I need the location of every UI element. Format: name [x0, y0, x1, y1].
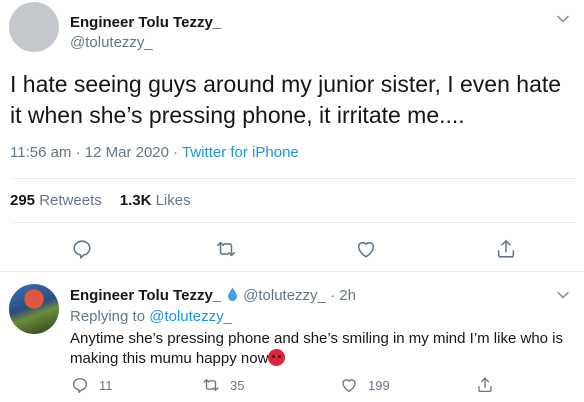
- like-button[interactable]: 199: [340, 376, 390, 394]
- source-link[interactable]: Twitter for iPhone: [182, 144, 299, 161]
- reply-header: Engineer Tolu Tezzy_ @tolutezzy_ · 2h: [70, 287, 356, 304]
- like-icon[interactable]: [355, 238, 377, 260]
- tweet-text: I hate seeing guys around my junior sist…: [10, 71, 562, 128]
- replying-to: Replying to @tolutezzy_: [70, 308, 232, 325]
- angry-face-icon: [268, 349, 286, 366]
- retweet-icon[interactable]: [215, 238, 237, 260]
- like-icon: [342, 379, 356, 393]
- likes-label: Likes: [155, 192, 191, 209]
- share-button[interactable]: [476, 376, 504, 394]
- replying-to-label: Replying to: [70, 308, 150, 325]
- droplet-icon: [228, 287, 238, 301]
- divider: [10, 222, 576, 223]
- chevron-down-icon[interactable]: [556, 12, 570, 26]
- reply-text-container: Anytime she’s pressing phone and she’s s…: [70, 329, 570, 369]
- avatar[interactable]: [9, 2, 59, 52]
- timestamp[interactable]: · 2h: [326, 287, 356, 304]
- chevron-down-icon[interactable]: [556, 288, 570, 302]
- reply-button[interactable]: 11: [71, 376, 113, 394]
- reply-count: 11: [99, 377, 113, 393]
- like-count: 199: [368, 377, 390, 393]
- share-icon[interactable]: [495, 238, 517, 260]
- share-icon: [478, 377, 492, 393]
- replying-to-handle[interactable]: @tolutezzy_: [149, 308, 232, 325]
- author-handle[interactable]: @tolutezzy_: [70, 34, 153, 51]
- engagement-stats: 295 Retweets 1.3K Likes: [10, 192, 191, 209]
- retweets-count: 295: [10, 192, 36, 209]
- divider: [0, 271, 584, 272]
- retweet-count: 35: [230, 377, 245, 393]
- reply-text: Anytime she’s pressing phone and she’s s…: [70, 330, 564, 367]
- divider: [10, 178, 576, 179]
- author-handle[interactable]: @tolutezzy_: [243, 287, 326, 304]
- author-name[interactable]: Engineer Tolu Tezzy_: [70, 287, 221, 304]
- reply-icon[interactable]: [71, 238, 93, 260]
- retweets-stat[interactable]: 295 Retweets: [10, 192, 102, 209]
- retweet-button[interactable]: 35: [202, 376, 244, 394]
- retweet-icon: [203, 379, 219, 391]
- likes-count: 1.3K: [119, 192, 152, 209]
- reply-icon: [72, 377, 88, 393]
- timestamp[interactable]: 11:56 am · 12 Mar 2020 ·: [10, 144, 182, 161]
- author-name[interactable]: Engineer Tolu Tezzy_: [70, 14, 221, 31]
- retweets-label: Retweets: [39, 192, 102, 209]
- likes-stat[interactable]: 1.3K Likes: [120, 192, 191, 209]
- avatar[interactable]: [9, 284, 59, 334]
- tweet-meta: 11:56 am · 12 Mar 2020 · Twitter for iPh…: [10, 144, 299, 161]
